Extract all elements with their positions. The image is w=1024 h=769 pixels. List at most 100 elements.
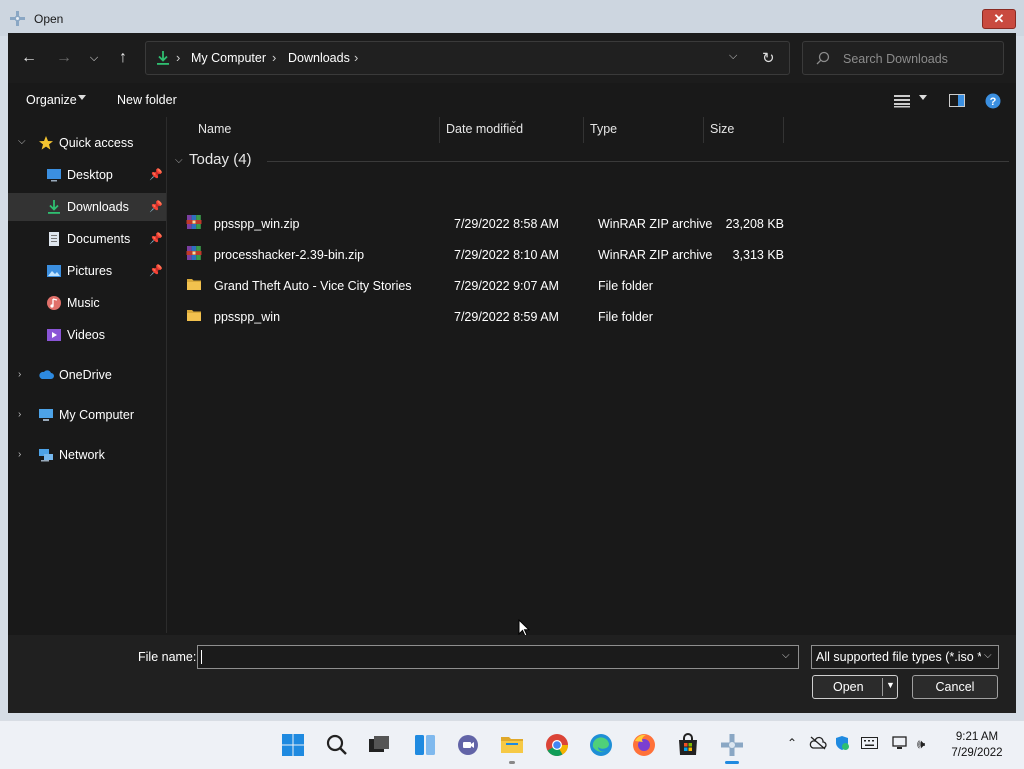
edge-icon[interactable] bbox=[589, 733, 613, 757]
chevron-right-icon[interactable]: › bbox=[18, 449, 21, 460]
cloud-icon bbox=[39, 370, 54, 379]
file-size: 23,208 KB bbox=[725, 217, 784, 231]
ppsspp-app-icon bbox=[10, 11, 25, 26]
security-shield-icon[interactable] bbox=[834, 735, 850, 751]
widgets-icon[interactable] bbox=[413, 733, 437, 757]
back-button[interactable]: ← bbox=[18, 47, 40, 69]
close-icon: ✕ bbox=[993, 11, 1005, 26]
windows-start-icon[interactable] bbox=[281, 733, 305, 757]
search-box[interactable]: Search Downloads bbox=[802, 41, 1004, 75]
show-hidden-icons-button[interactable]: ⌃ bbox=[787, 736, 797, 750]
sidebar-item-my-computer[interactable]: › My Computer bbox=[8, 401, 166, 429]
sidebar-item-label: Videos bbox=[67, 328, 105, 342]
dialog-footer: File name: ⌵ All supported file types (*… bbox=[8, 635, 1016, 713]
open-options-dropdown-icon[interactable]: ▼ bbox=[886, 680, 895, 690]
group-title: Today (4) bbox=[189, 151, 252, 168]
sidebar-item-onedrive[interactable]: › OneDrive bbox=[8, 361, 166, 389]
address-bar[interactable]: › My Computer › Downloads › ⌵ ↻ bbox=[145, 41, 790, 75]
column-divider[interactable] bbox=[703, 117, 704, 143]
cancel-button-label: Cancel bbox=[935, 680, 975, 694]
onedrive-offline-icon[interactable] bbox=[809, 736, 827, 750]
breadcrumb-my-computer[interactable]: My Computer bbox=[191, 51, 266, 65]
file-type-select[interactable]: All supported file types (*.iso *.cso ⌵ bbox=[811, 645, 999, 669]
active-app-indicator bbox=[725, 761, 739, 764]
sidebar-item-label: Quick access bbox=[59, 136, 134, 150]
teams-chat-icon[interactable] bbox=[456, 733, 480, 757]
chevron-right-icon[interactable]: › bbox=[18, 369, 21, 380]
music-icon bbox=[47, 296, 61, 310]
column-header-name[interactable]: Name bbox=[198, 122, 231, 136]
recent-locations-button[interactable]: ⌵ bbox=[83, 47, 105, 69]
sidebar-item-videos[interactable]: Videos bbox=[8, 321, 166, 349]
title-bar: Open ✕ bbox=[0, 0, 1024, 36]
group-header-today[interactable]: ⌵ Today (4) bbox=[175, 151, 1011, 171]
file-date: 7/29/2022 8:59 AM bbox=[454, 310, 559, 324]
cancel-button[interactable]: Cancel bbox=[912, 675, 998, 699]
organize-button[interactable]: Organize bbox=[26, 93, 77, 107]
file-row[interactable]: ppsspp_win 7/29/2022 8:59 AM File folder bbox=[167, 303, 927, 329]
help-icon[interactable]: ? bbox=[985, 93, 1001, 109]
sidebar-item-downloads[interactable]: Downloads 📌 bbox=[8, 193, 166, 221]
file-row[interactable]: ppsspp_win.zip 7/29/2022 8:58 AM WinRAR … bbox=[167, 210, 927, 236]
breadcrumb-separator: › bbox=[354, 50, 359, 65]
chevron-down-icon[interactable]: ⌵ bbox=[175, 155, 183, 166]
sidebar-item-label: Downloads bbox=[67, 200, 129, 214]
file-type: File folder bbox=[598, 279, 653, 293]
forward-button[interactable]: → bbox=[53, 47, 75, 69]
ppsspp-icon[interactable] bbox=[720, 733, 744, 757]
chevron-down-icon[interactable]: ⌵ bbox=[782, 650, 790, 661]
sidebar-item-label: Pictures bbox=[67, 264, 113, 278]
file-row[interactable]: processhacker-2.39-bin.zip 7/29/2022 8:1… bbox=[167, 241, 927, 267]
column-header-size[interactable]: Size bbox=[710, 122, 734, 136]
close-button[interactable]: ✕ bbox=[982, 9, 1016, 29]
sidebar-item-documents[interactable]: Documents 📌 bbox=[8, 225, 166, 253]
column-header-type[interactable]: Type bbox=[590, 122, 617, 136]
column-header-date-modified[interactable]: Date modified bbox=[446, 122, 523, 136]
search-input[interactable]: Search Downloads bbox=[843, 52, 948, 66]
chevron-down-icon[interactable]: ⌵ bbox=[18, 136, 26, 147]
svg-text:?: ? bbox=[990, 96, 997, 108]
text-cursor bbox=[201, 650, 202, 664]
group-divider bbox=[267, 161, 1009, 162]
file-name-input[interactable]: ⌵ bbox=[197, 645, 799, 669]
sidebar-item-desktop[interactable]: Desktop 📌 bbox=[8, 161, 166, 189]
chevron-down-icon: ⌵ bbox=[984, 650, 992, 661]
sidebar-item-pictures[interactable]: Pictures 📌 bbox=[8, 257, 166, 285]
sidebar-item-quick-access[interactable]: ⌵ Quick access bbox=[8, 129, 166, 157]
column-divider[interactable] bbox=[583, 117, 584, 143]
address-history-dropdown[interactable]: ⌵ bbox=[729, 50, 737, 63]
firefox-icon[interactable] bbox=[632, 733, 656, 757]
preview-pane-icon[interactable] bbox=[949, 94, 965, 107]
file-explorer-icon[interactable] bbox=[500, 733, 524, 757]
arrow-right-icon: → bbox=[56, 49, 72, 66]
pin-icon: 📌 bbox=[149, 169, 163, 181]
keyboard-icon[interactable] bbox=[861, 737, 878, 749]
documents-icon bbox=[49, 232, 59, 246]
network-status-icon[interactable] bbox=[892, 735, 910, 751]
column-divider[interactable] bbox=[783, 117, 784, 143]
chrome-icon[interactable] bbox=[545, 733, 569, 757]
search-icon[interactable] bbox=[325, 733, 349, 757]
system-clock[interactable]: 9:21 AM 7/29/2022 bbox=[944, 729, 1010, 761]
volume-icon[interactable]: 🕪 bbox=[917, 736, 925, 752]
view-options-dropdown-icon[interactable] bbox=[919, 95, 927, 100]
sidebar-item-music[interactable]: Music bbox=[8, 289, 166, 317]
view-list-icon[interactable] bbox=[894, 94, 910, 108]
file-name: ppsspp_win bbox=[214, 310, 281, 324]
download-icon bbox=[48, 200, 60, 214]
pin-icon: 📌 bbox=[149, 233, 163, 245]
file-row[interactable]: Grand Theft Auto - Vice City Stories 7/2… bbox=[167, 272, 927, 298]
refresh-icon[interactable]: ↻ bbox=[762, 49, 775, 67]
sidebar-item-network[interactable]: › Network bbox=[8, 441, 166, 469]
chevron-down-icon: ⌵ bbox=[89, 51, 99, 64]
task-view-icon[interactable] bbox=[367, 733, 391, 757]
file-size: 3,313 KB bbox=[732, 248, 784, 262]
column-divider[interactable] bbox=[439, 117, 440, 143]
chevron-right-icon[interactable]: › bbox=[18, 409, 21, 420]
dialog-body: ← → ⌵ ↑ › My Computer › Downloads › ⌵ ↻ bbox=[8, 33, 1016, 713]
microsoft-store-icon[interactable] bbox=[676, 733, 700, 757]
new-folder-button[interactable]: New folder bbox=[117, 93, 177, 107]
up-button[interactable]: ↑ bbox=[112, 47, 134, 69]
breadcrumb-downloads[interactable]: Downloads bbox=[288, 51, 350, 65]
open-button[interactable]: Open ▼ bbox=[812, 675, 898, 699]
